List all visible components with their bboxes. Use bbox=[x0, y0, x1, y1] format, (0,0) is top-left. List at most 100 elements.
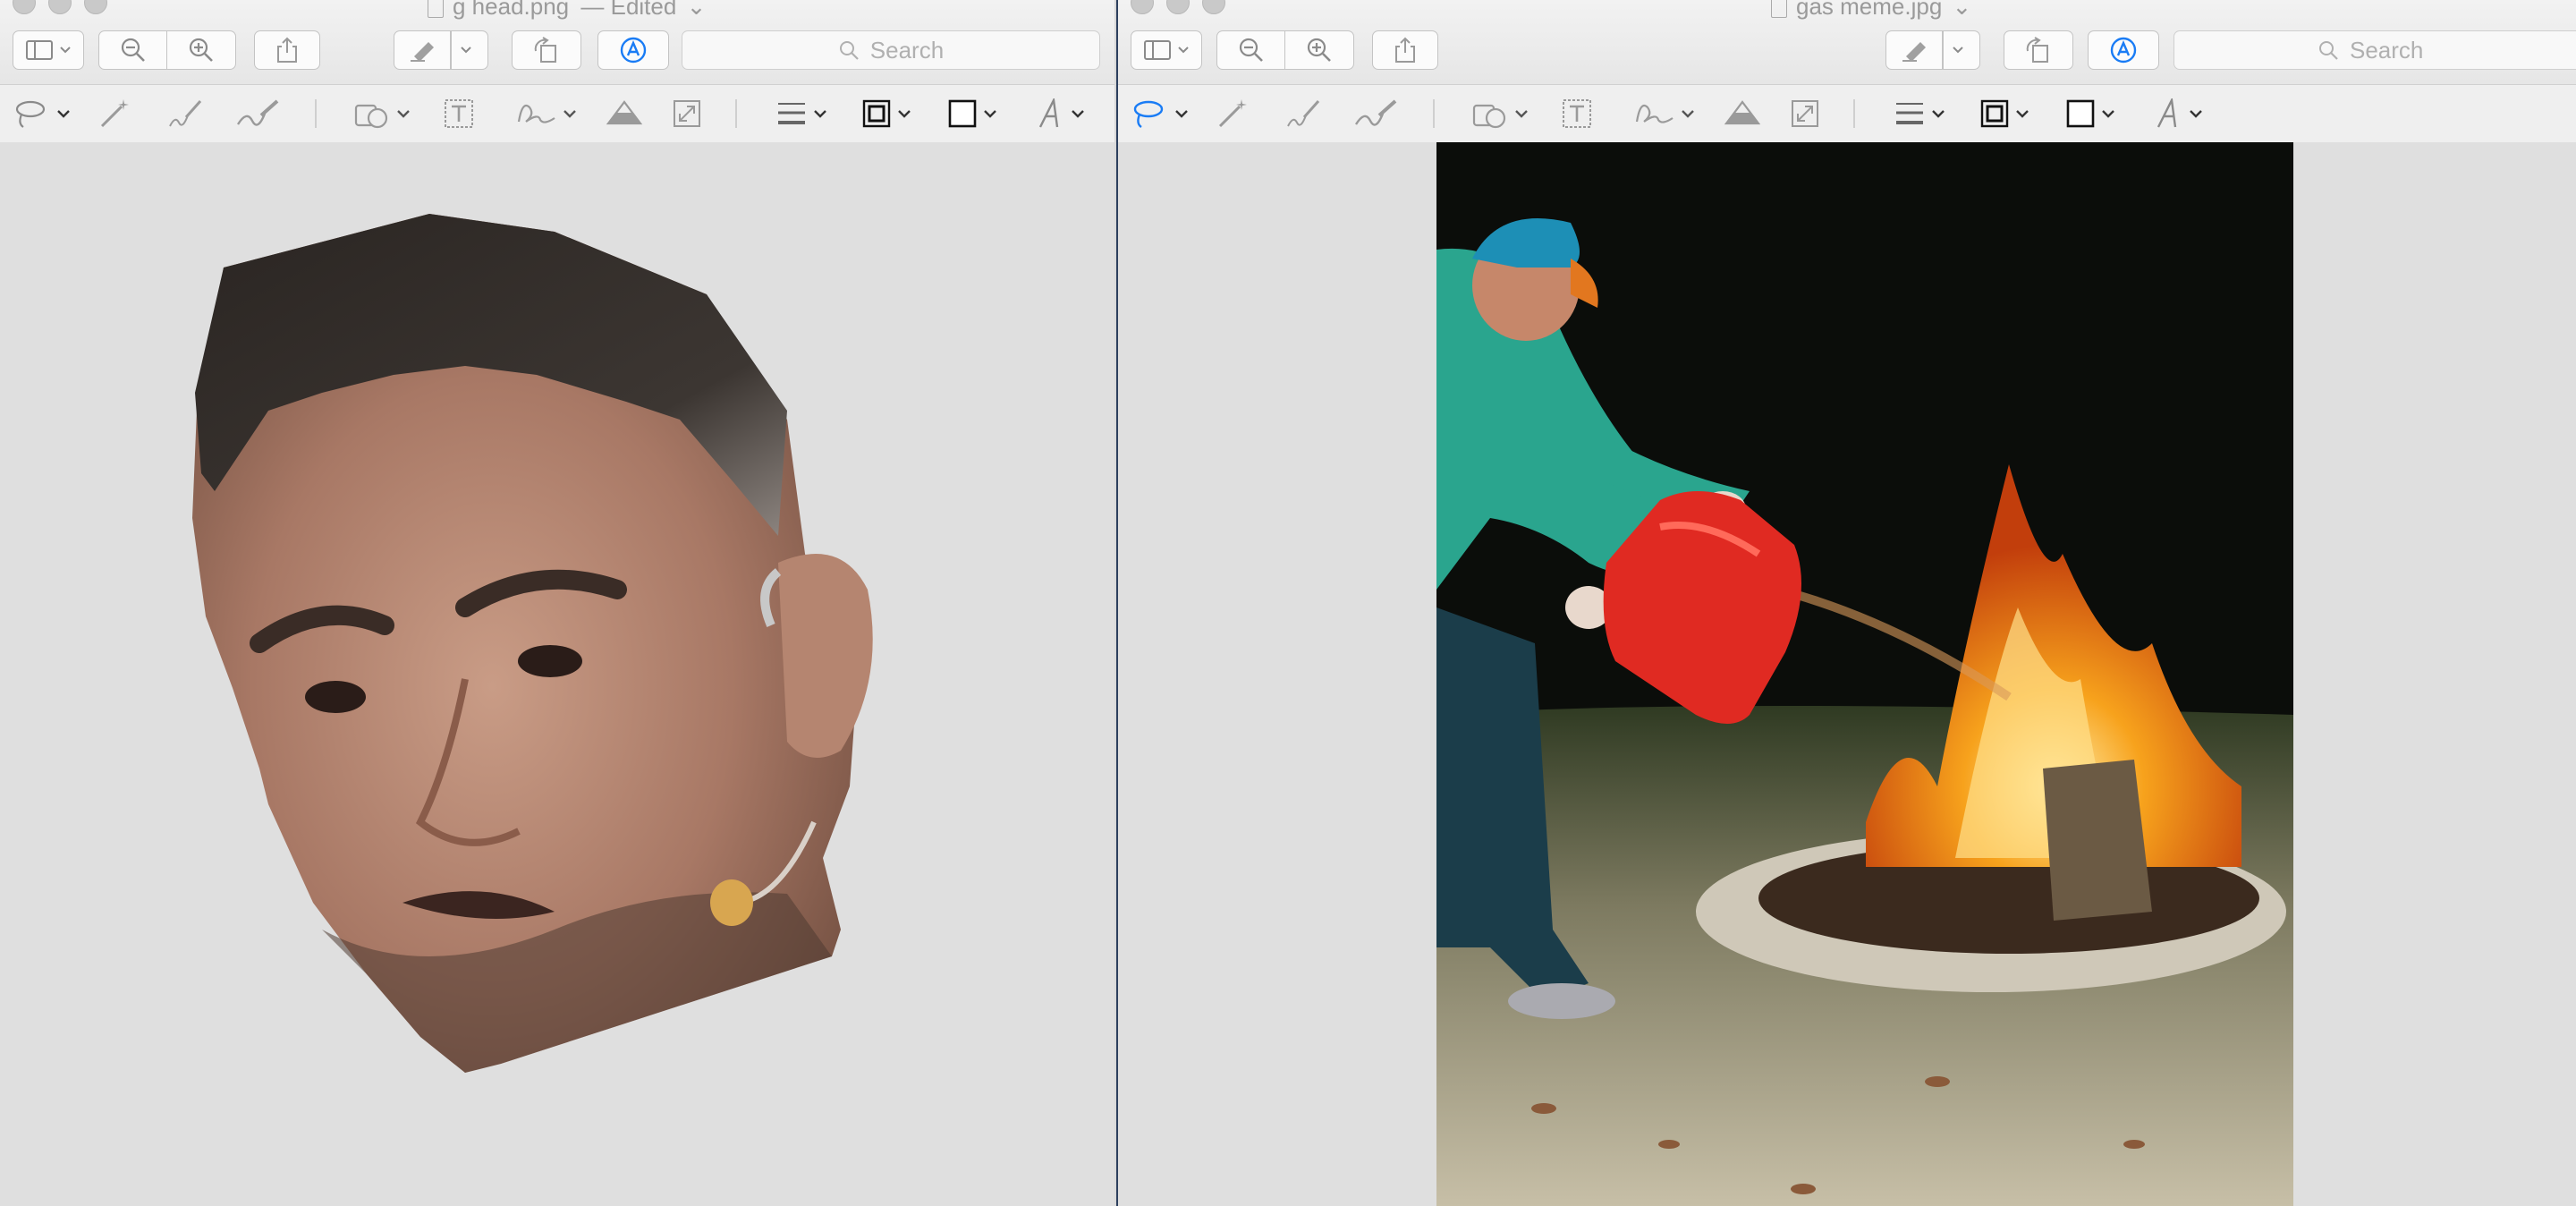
adjust-size-icon bbox=[1792, 100, 1818, 127]
zoom-window-button[interactable] bbox=[84, 0, 107, 14]
search-placeholder: Search bbox=[2350, 36, 2424, 64]
fill-color-tool[interactable] bbox=[2066, 98, 2114, 130]
border-color-icon bbox=[1980, 99, 2009, 128]
fill-color-icon bbox=[948, 99, 977, 128]
toolbar-separator bbox=[315, 99, 317, 128]
zoom-in-button[interactable] bbox=[1284, 30, 1354, 70]
search-icon bbox=[2319, 41, 2338, 60]
sketch-tool[interactable] bbox=[1284, 98, 1322, 130]
chevron-down-icon bbox=[564, 110, 576, 118]
document-icon bbox=[1771, 0, 1787, 19]
highlight-button[interactable] bbox=[394, 30, 488, 70]
text-style-icon bbox=[2157, 98, 2177, 128]
sketch-icon bbox=[169, 100, 202, 127]
chevron-down-icon bbox=[1072, 110, 1084, 118]
chevron-down-icon bbox=[984, 110, 996, 118]
preview-window-left: g head.png — Edited ⌄ Search bbox=[0, 0, 1114, 1206]
selection-tool[interactable] bbox=[14, 98, 70, 130]
sidebar-icon bbox=[26, 40, 53, 60]
markup-toolbar-button[interactable] bbox=[597, 30, 669, 70]
instant-alpha-tool[interactable] bbox=[1215, 98, 1250, 130]
window-title-name: gas meme.jpg bbox=[1796, 0, 1943, 20]
image-canvas bbox=[1118, 142, 2576, 1206]
signature-tool[interactable] bbox=[515, 98, 576, 130]
minimize-window-button[interactable] bbox=[48, 0, 72, 14]
search-icon bbox=[839, 41, 859, 60]
highlighter-icon bbox=[411, 42, 435, 62]
line-style-icon bbox=[778, 103, 805, 124]
text-style-tool[interactable] bbox=[1038, 98, 1084, 130]
minimize-window-button[interactable] bbox=[1166, 0, 1190, 14]
preview-window-right: gas meme.jpg ⌄ Search bbox=[1116, 0, 2576, 1206]
markup-toolbar bbox=[1118, 84, 2576, 143]
title-bar: g head.png — Edited ⌄ Search bbox=[0, 0, 1114, 84]
draw-icon bbox=[1354, 99, 1397, 126]
chevron-down-icon bbox=[898, 110, 911, 118]
close-window-button[interactable] bbox=[13, 0, 36, 14]
lasso-select-icon bbox=[15, 100, 46, 128]
chevron-down-icon[interactable]: ⌄ bbox=[1953, 0, 1972, 20]
shapes-tool[interactable] bbox=[354, 98, 410, 130]
text-style-icon bbox=[1038, 98, 1059, 128]
markup-toolbar-button[interactable] bbox=[2088, 30, 2159, 70]
search-placeholder: Search bbox=[869, 36, 945, 64]
chevron-down-icon bbox=[397, 110, 410, 118]
adjust-size-tool[interactable] bbox=[1791, 98, 1819, 130]
rotate-icon bbox=[2026, 37, 2048, 63]
share-button[interactable] bbox=[1372, 30, 1438, 70]
text-style-tool[interactable] bbox=[2156, 98, 2202, 130]
shape-style-tool[interactable] bbox=[1894, 98, 1945, 130]
head-cutout-image bbox=[192, 214, 873, 1073]
shapes-tool[interactable] bbox=[1472, 98, 1528, 130]
chevron-down-icon bbox=[1953, 47, 1963, 54]
chevron-down-icon bbox=[57, 110, 70, 118]
instant-alpha-icon bbox=[1218, 99, 1247, 128]
text-icon bbox=[1563, 99, 1591, 128]
chevron-down-icon bbox=[2016, 110, 2029, 118]
rotate-icon bbox=[534, 37, 556, 63]
sketch-tool[interactable] bbox=[166, 98, 204, 130]
instant-alpha-tool[interactable] bbox=[97, 98, 132, 130]
signature-icon bbox=[517, 104, 555, 123]
border-color-tool[interactable] bbox=[862, 98, 911, 130]
title-bar: gas meme.jpg ⌄ Search bbox=[1118, 0, 2576, 84]
highlight-button[interactable] bbox=[1885, 30, 1980, 70]
markup-pen-icon bbox=[2110, 37, 2137, 64]
chevron-down-icon[interactable]: ⌄ bbox=[687, 0, 707, 20]
adjust-color-tool[interactable] bbox=[605, 98, 644, 130]
sketch-icon bbox=[1287, 100, 1320, 127]
zoom-out-button[interactable] bbox=[1216, 30, 1286, 70]
text-tool[interactable] bbox=[1562, 98, 1592, 130]
lasso-select-icon bbox=[1133, 100, 1164, 128]
zoom-out-icon bbox=[1239, 38, 1263, 62]
search-field[interactable]: Search bbox=[682, 30, 1100, 70]
sidebar-button[interactable] bbox=[1131, 30, 1202, 70]
rotate-button[interactable] bbox=[512, 30, 581, 70]
text-tool[interactable] bbox=[444, 98, 474, 130]
share-button[interactable] bbox=[254, 30, 320, 70]
text-icon bbox=[445, 99, 473, 128]
fill-color-tool[interactable] bbox=[948, 98, 996, 130]
draw-icon bbox=[236, 99, 279, 126]
zoom-in-icon bbox=[1307, 38, 1331, 62]
selection-tool[interactable] bbox=[1132, 98, 1188, 130]
close-window-button[interactable] bbox=[1131, 0, 1154, 14]
window-title: gas meme.jpg ⌄ bbox=[1771, 0, 1971, 21]
border-color-tool[interactable] bbox=[1980, 98, 2029, 130]
toolbar-separator bbox=[735, 99, 737, 128]
zoom-in-button[interactable] bbox=[166, 30, 236, 70]
adjust-size-tool[interactable] bbox=[673, 98, 701, 130]
search-field[interactable]: Search bbox=[2174, 30, 2576, 70]
zoom-window-button[interactable] bbox=[1202, 0, 1225, 14]
sidebar-button[interactable] bbox=[13, 30, 84, 70]
draw-tool[interactable] bbox=[234, 98, 281, 130]
signature-tool[interactable] bbox=[1633, 98, 1694, 130]
draw-tool[interactable] bbox=[1352, 98, 1399, 130]
chevron-down-icon bbox=[1515, 110, 1528, 118]
zoom-out-button[interactable] bbox=[98, 30, 168, 70]
chevron-down-icon bbox=[1178, 47, 1189, 54]
adjust-color-tool[interactable] bbox=[1723, 98, 1762, 130]
shape-style-tool[interactable] bbox=[776, 98, 826, 130]
rotate-button[interactable] bbox=[2004, 30, 2073, 70]
chevron-down-icon bbox=[2190, 110, 2202, 118]
